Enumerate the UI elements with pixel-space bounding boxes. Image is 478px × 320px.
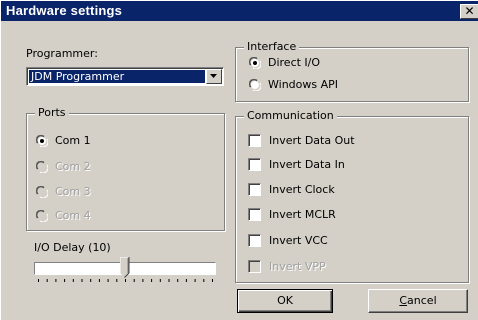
interface-group-title: Interface [244, 40, 300, 54]
checkbox-box [248, 234, 261, 247]
programmer-select[interactable]: JDM Programmer [26, 67, 224, 86]
checkbox-box [248, 134, 261, 147]
ok-button-label: OK [277, 294, 293, 307]
radio-selected-icon [36, 135, 48, 147]
invert-data-in-label: Invert Data In [269, 158, 345, 171]
slider-tick [142, 279, 144, 282]
cancel-button-label: ancel [407, 294, 437, 307]
slider-tick [125, 279, 126, 282]
close-icon: ✕ [464, 4, 475, 18]
interface-windows-api-label: Windows API [268, 78, 339, 91]
invert-mclr-label: Invert MCLR [269, 208, 336, 221]
radio-selected-icon [249, 57, 261, 69]
programmer-label: Programmer: [26, 47, 98, 60]
port-com1-label: Com 1 [55, 134, 91, 147]
hardware-settings-dialog: Hardware settings ✕ Programmer: JDM Prog… [0, 0, 478, 320]
ports-group-title: Ports [35, 106, 69, 120]
slider-tick [159, 279, 161, 282]
slider-tick [107, 279, 109, 282]
radio-unselected-icon [36, 210, 48, 222]
cancel-button[interactable]: Cancel [368, 289, 468, 313]
checkbox-box [248, 183, 261, 196]
radio-unselected-icon [36, 161, 48, 173]
invert-vcc-label: Invert VCC [269, 234, 328, 247]
radio-unselected-icon [36, 186, 48, 198]
programmer-select-value: JDM Programmer [29, 70, 205, 83]
invert-data-out-label: Invert Data Out [269, 134, 355, 147]
interface-direct-io-label: Direct I/O [268, 56, 321, 69]
window-title: Hardware settings [6, 3, 123, 18]
slider-tick [203, 279, 205, 282]
port-com3-label: Com 3 [55, 185, 91, 198]
checkbox-box [248, 158, 261, 171]
slider-tick [177, 279, 179, 282]
slider-tick [116, 279, 118, 282]
io-delay-slider-thumb[interactable] [120, 257, 130, 278]
slider-tick [55, 279, 57, 282]
slider-tick [133, 279, 135, 282]
slider-tick [212, 279, 213, 282]
checkbox-box [248, 208, 261, 221]
chevron-down-icon [210, 74, 217, 78]
communication-group-title: Communication [244, 109, 337, 123]
port-com2-label: Com 2 [55, 160, 91, 173]
radio-unselected-icon [249, 79, 261, 91]
slider-tick [194, 279, 196, 282]
slider-tick [38, 279, 39, 282]
slider-tick [46, 279, 48, 282]
io-delay-slider-ticks [38, 279, 213, 282]
slider-tick [168, 279, 170, 282]
title-bar: Hardware settings ✕ [1, 1, 478, 21]
slider-tick [151, 279, 153, 282]
ok-button[interactable]: OK [237, 289, 333, 313]
port-com4-label: Com 4 [55, 209, 91, 222]
cancel-mnemonic: C [399, 294, 408, 307]
close-button[interactable]: ✕ [460, 4, 478, 19]
slider-tick [98, 279, 100, 282]
slider-tick [185, 279, 187, 282]
programmer-dropdown-button[interactable] [206, 69, 222, 84]
invert-vpp-label: Invert VPP [269, 260, 326, 273]
slider-tick [64, 279, 66, 282]
checkbox-box [248, 260, 261, 273]
slider-tick [90, 279, 92, 282]
slider-tick [81, 279, 83, 282]
slider-tick [72, 279, 74, 282]
invert-clock-label: Invert Clock [269, 183, 335, 196]
io-delay-label: I/O Delay (10) [34, 241, 111, 254]
